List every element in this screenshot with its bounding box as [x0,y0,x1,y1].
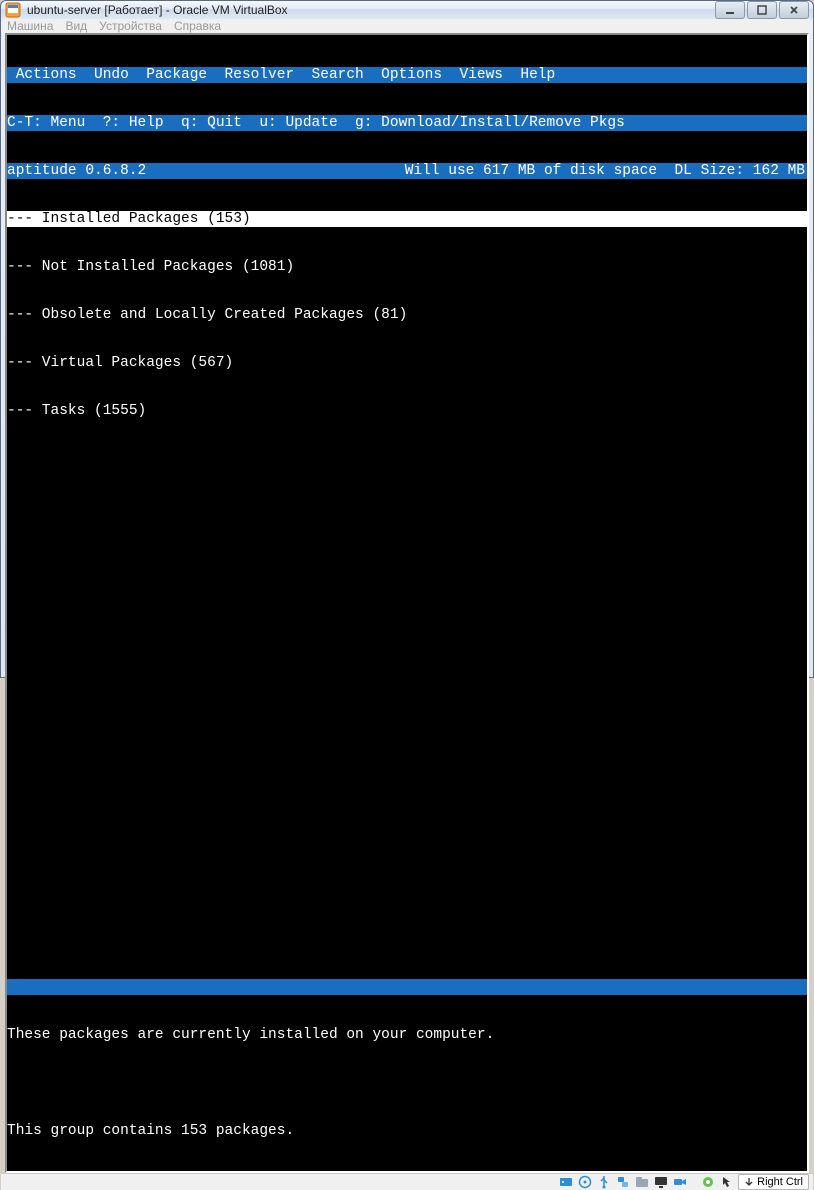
maximize-button[interactable] [747,1,777,19]
display-icon[interactable] [653,1174,669,1190]
group-not-installed[interactable]: --- Not Installed Packages (1081) [7,259,807,275]
minimize-button[interactable] [715,1,745,19]
aptitude-help-row: C-T: Menu ?: Help q: Quit u: Update g: D… [7,115,807,131]
aptitude-version: aptitude 0.6.8.2 [7,163,146,179]
aptitude-menu-row: Actions Undo Package Resolver Search Opt… [7,67,807,83]
host-statusbar: Right Ctrl [1,1173,813,1190]
description-line-2: This group contains 153 packages. [7,1123,807,1139]
aptitude-disk-summary: Will use 617 MB of disk space DL Size: 1… [146,163,807,179]
hostkey-indicator[interactable]: Right Ctrl [738,1174,809,1190]
titlebar[interactable]: ubuntu-server [Работает] - Oracle VM Vir… [1,1,813,19]
group-installed[interactable]: --- Installed Packages (153) [7,211,807,227]
group-obsolete[interactable]: --- Obsolete and Locally Created Package… [7,307,807,323]
description-line-1: These packages are currently installed o… [7,1027,807,1043]
menu-view[interactable]: Вид [65,19,87,33]
app-icon [5,2,21,18]
blank-line [7,451,807,467]
network-icon[interactable] [615,1174,631,1190]
arrow-down-icon [744,1177,754,1187]
host-menubar: Машина Вид Устройства Справка [1,19,813,33]
guest-terminal[interactable]: Actions Undo Package Resolver Search Opt… [5,33,809,1173]
close-button[interactable] [779,1,809,19]
group-tasks[interactable]: --- Tasks (1555) [7,403,807,419]
menu-machine[interactable]: Машина [7,19,53,33]
mouse-integration-icon[interactable] [719,1174,735,1190]
group-virtual[interactable]: --- Virtual Packages (567) [7,355,807,371]
guest-additions-icon[interactable] [700,1174,716,1190]
aptitude-divider [7,979,807,995]
optical-icon[interactable] [577,1174,593,1190]
usb-icon[interactable] [596,1174,612,1190]
hostkey-label: Right Ctrl [757,1176,803,1188]
menu-help[interactable]: Справка [174,19,221,33]
recording-icon[interactable] [672,1174,688,1190]
vm-window: ubuntu-server [Работает] - Oracle VM Vir… [0,0,814,678]
window-controls [715,1,809,19]
menu-devices[interactable]: Устройства [99,19,162,33]
aptitude-status-row: aptitude 0.6.8.2Will use 617 MB of disk … [7,163,807,179]
shared-folders-icon[interactable] [634,1174,650,1190]
hdd-icon[interactable] [558,1174,574,1190]
window-title: ubuntu-server [Работает] - Oracle VM Vir… [27,3,715,17]
